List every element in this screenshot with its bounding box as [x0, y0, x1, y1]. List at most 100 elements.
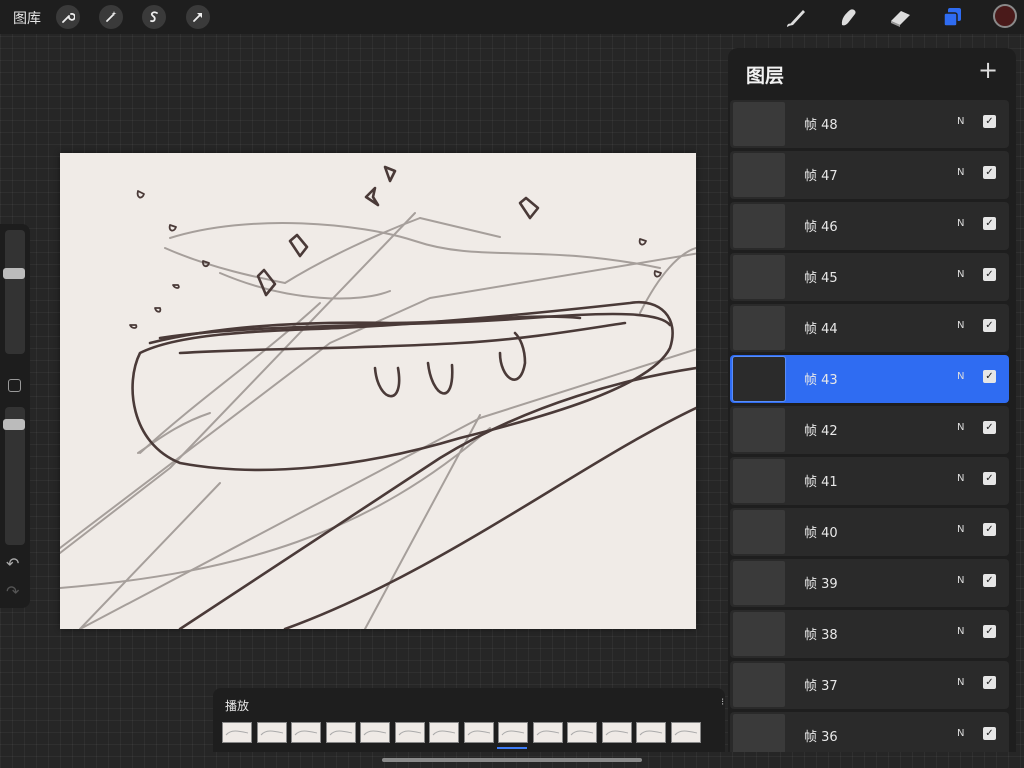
layer-name: 帧 38: [804, 628, 838, 643]
blend-mode-button[interactable]: N: [957, 422, 964, 433]
blend-mode-button[interactable]: N: [957, 575, 964, 586]
layer-thumbnail[interactable]: [732, 356, 786, 402]
layer-thumbnail[interactable]: [733, 510, 785, 554]
visibility-checkbox[interactable]: ✓: [983, 676, 996, 689]
smudge-icon[interactable]: [836, 5, 862, 29]
layer-thumbnail[interactable]: [733, 459, 785, 503]
gallery-button[interactable]: 图库: [13, 8, 41, 28]
frame-thumbnail[interactable]: [429, 722, 459, 743]
layer-name: 帧 40: [804, 526, 838, 541]
visibility-checkbox[interactable]: ✓: [983, 166, 996, 179]
brush-icon[interactable]: [784, 5, 810, 29]
visibility-checkbox[interactable]: ✓: [983, 625, 996, 638]
timeline-settings-icon[interactable]: ⁝: [721, 697, 724, 708]
visibility-checkbox[interactable]: ✓: [983, 115, 996, 128]
layer-thumbnail[interactable]: [733, 255, 785, 299]
layer-name: 帧 48: [804, 118, 838, 133]
layers-panel: 图层 + 帧 48 N ✓ 帧 47 N ✓ 帧 46 N ✓ 帧 45 N ✓ 帧 44 N ✓ 帧 43 N…: [728, 48, 1016, 752]
blend-mode-button[interactable]: N: [957, 473, 964, 484]
redo-icon[interactable]: ↷: [6, 582, 19, 601]
layer-name: 帧 39: [804, 577, 838, 592]
layer-name: 帧 47: [804, 169, 838, 184]
layer-thumbnail[interactable]: [733, 561, 785, 605]
layer-row[interactable]: 帧 41 N ✓: [730, 457, 1009, 505]
layer-row[interactable]: 帧 45 N ✓: [730, 253, 1009, 301]
layer-row[interactable]: 帧 38 N ✓: [730, 610, 1009, 658]
blend-mode-button[interactable]: N: [957, 116, 964, 127]
frame-thumbnail[interactable]: [360, 722, 390, 743]
layer-thumbnail[interactable]: [733, 408, 785, 452]
frame-thumbnail[interactable]: [567, 722, 597, 743]
layer-row[interactable]: 帧 37 N ✓: [730, 661, 1009, 709]
visibility-checkbox[interactable]: ✓: [983, 523, 996, 536]
layer-thumbnail[interactable]: [733, 714, 785, 752]
opacity-thumb[interactable]: [3, 419, 25, 430]
blend-mode-button[interactable]: N: [957, 269, 964, 280]
layer-name: 帧 45: [804, 271, 838, 286]
frame-thumbnail[interactable]: [670, 722, 701, 743]
add-layer-button[interactable]: +: [978, 56, 998, 84]
frame-thumbnail[interactable]: [394, 722, 425, 743]
layer-row[interactable]: 帧 36 N ✓: [730, 712, 1009, 752]
blend-mode-button[interactable]: N: [957, 218, 964, 229]
frame-thumbnail[interactable]: [291, 722, 321, 743]
layer-thumbnail[interactable]: [733, 663, 785, 707]
selection-icon[interactable]: [142, 5, 166, 29]
layer-thumbnail[interactable]: [733, 102, 785, 146]
visibility-checkbox[interactable]: ✓: [983, 472, 996, 485]
visibility-checkbox[interactable]: ✓: [983, 370, 996, 383]
frame-thumbnail[interactable]: [325, 722, 356, 743]
blend-mode-button[interactable]: N: [957, 728, 964, 739]
brush-size-thumb[interactable]: [3, 268, 25, 279]
visibility-checkbox[interactable]: ✓: [983, 268, 996, 281]
frame-thumbnail[interactable]: [636, 722, 666, 743]
layer-thumbnail[interactable]: [733, 612, 785, 656]
layer-thumbnail[interactable]: [733, 153, 785, 197]
frame-thumbnail[interactable]: [222, 722, 252, 743]
modify-button[interactable]: [8, 379, 21, 392]
frame-thumbnail[interactable]: [256, 722, 287, 743]
play-button[interactable]: 播放: [225, 697, 249, 714]
layer-row[interactable]: 帧 39 N ✓: [730, 559, 1009, 607]
layer-row[interactable]: 帧 48 N ✓: [730, 100, 1009, 148]
layer-row[interactable]: 帧 44 N ✓: [730, 304, 1009, 352]
eraser-icon[interactable]: [888, 5, 914, 29]
visibility-checkbox[interactable]: ✓: [983, 727, 996, 740]
undo-icon[interactable]: ↶: [6, 554, 19, 573]
blend-mode-button[interactable]: N: [957, 626, 964, 637]
current-frame-marker: [497, 747, 527, 749]
layer-row[interactable]: 帧 43 N ✓: [730, 355, 1009, 403]
brush-size-slider[interactable]: [5, 230, 25, 354]
layer-row[interactable]: 帧 47 N ✓: [730, 151, 1009, 199]
visibility-checkbox[interactable]: ✓: [983, 319, 996, 332]
frame-thumbnail[interactable]: [463, 722, 494, 743]
frame-thumbnail[interactable]: [532, 722, 563, 743]
visibility-checkbox[interactable]: ✓: [983, 421, 996, 434]
layer-row[interactable]: 帧 46 N ✓: [730, 202, 1009, 250]
top-toolbar: 图库: [0, 0, 1024, 34]
layer-name: 帧 36: [804, 730, 838, 745]
blend-mode-button[interactable]: N: [957, 677, 964, 688]
arrow-transform-icon[interactable]: [186, 5, 210, 29]
layer-name: 帧 43: [804, 373, 838, 388]
magic-wand-icon[interactable]: [99, 5, 123, 29]
frame-thumbnail[interactable]: [601, 722, 632, 743]
visibility-checkbox[interactable]: ✓: [983, 217, 996, 230]
layer-row[interactable]: 帧 40 N ✓: [730, 508, 1009, 556]
layers-title: 图层: [746, 65, 785, 87]
color-picker-button[interactable]: [993, 4, 1017, 28]
drawing-canvas[interactable]: [60, 153, 696, 629]
blend-mode-button[interactable]: N: [957, 320, 964, 331]
layer-name: 帧 37: [804, 679, 838, 694]
layer-thumbnail[interactable]: [733, 306, 785, 350]
blend-mode-button[interactable]: N: [957, 167, 964, 178]
layers-icon[interactable]: [940, 5, 966, 29]
layer-thumbnail[interactable]: [733, 204, 785, 248]
layer-row[interactable]: 帧 42 N ✓: [730, 406, 1009, 454]
frame-thumbnail[interactable]: [498, 722, 528, 743]
blend-mode-button[interactable]: N: [957, 524, 964, 535]
wrench-icon[interactable]: [56, 5, 80, 29]
blend-mode-button[interactable]: N: [957, 371, 964, 382]
left-sidebar: ↶ ↷: [0, 224, 30, 608]
visibility-checkbox[interactable]: ✓: [983, 574, 996, 587]
